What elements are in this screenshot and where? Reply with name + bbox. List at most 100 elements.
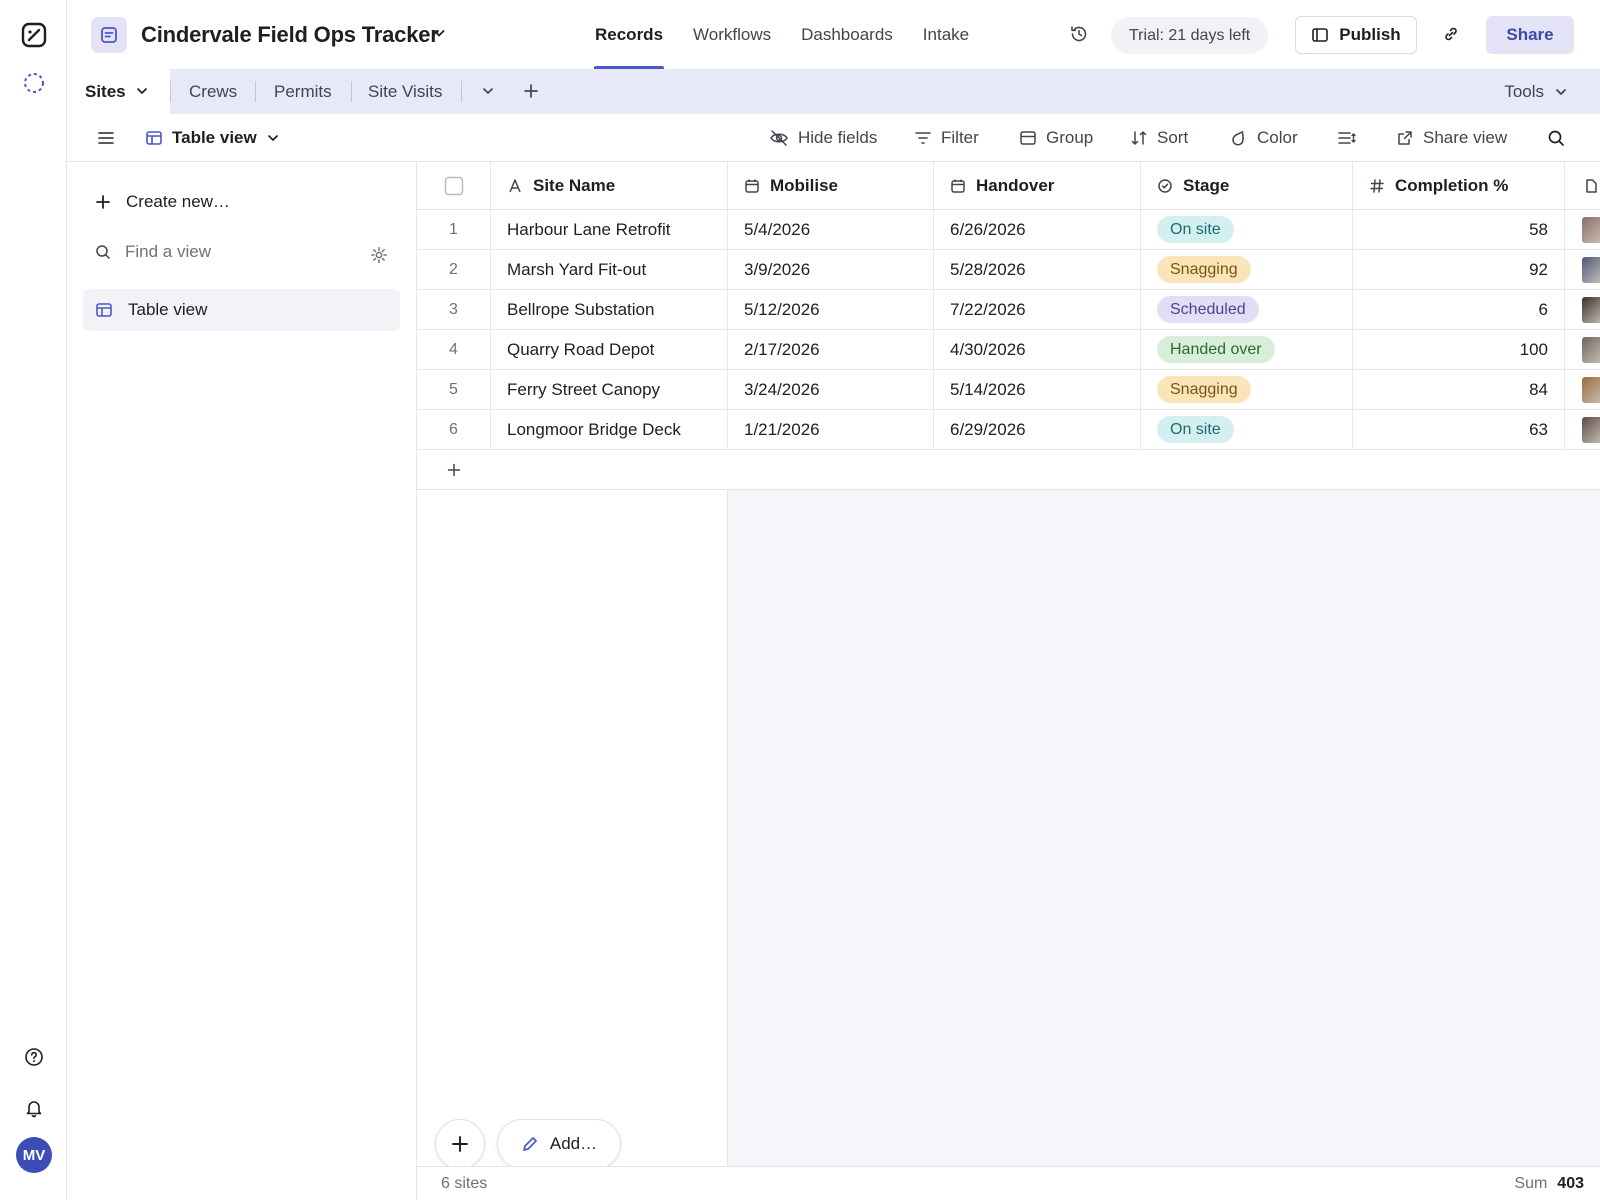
table-row[interactable]: 5 Ferry Street Canopy 3/24/2026 5/14/2026 Sn… bbox=[417, 370, 1600, 410]
cell-handover[interactable]: 7/22/2026 bbox=[934, 290, 1141, 329]
cell-handover[interactable]: 5/14/2026 bbox=[934, 370, 1141, 409]
history-icon[interactable] bbox=[1069, 24, 1089, 44]
row-number[interactable]: 4 bbox=[417, 330, 491, 369]
cell-site-name[interactable]: Bellrope Substation bbox=[491, 290, 728, 329]
cell-completion[interactable]: 58 bbox=[1353, 210, 1565, 249]
group-button[interactable]: Group bbox=[1019, 114, 1093, 162]
nav-tab-records[interactable]: Records bbox=[580, 0, 678, 69]
view-switcher[interactable]: Table view bbox=[145, 114, 280, 162]
cell-attachment[interactable] bbox=[1565, 330, 1600, 369]
sidebar-item-table-view[interactable]: Table view bbox=[83, 289, 400, 331]
trial-badge[interactable]: Trial: 21 days left bbox=[1111, 17, 1269, 54]
attachment-thumbnail[interactable] bbox=[1582, 336, 1600, 363]
cell-attachment[interactable] bbox=[1565, 250, 1600, 289]
spinner-icon[interactable] bbox=[20, 69, 47, 96]
hide-fields-button[interactable]: Hide fields bbox=[769, 114, 877, 162]
add-button[interactable]: Add… bbox=[497, 1119, 621, 1169]
cell-stage[interactable]: On site bbox=[1141, 410, 1353, 449]
share-button[interactable]: Share bbox=[1486, 16, 1574, 54]
attachment-thumbnail[interactable] bbox=[1582, 376, 1600, 403]
cell-attachment[interactable] bbox=[1565, 370, 1600, 409]
cell-site-name[interactable]: Harbour Lane Retrofit bbox=[491, 210, 728, 249]
cell-handover[interactable]: 6/26/2026 bbox=[934, 210, 1141, 249]
cell-mobilise[interactable]: 1/21/2026 bbox=[728, 410, 934, 449]
attachment-thumbnail[interactable] bbox=[1582, 256, 1600, 283]
attachment-thumbnail[interactable] bbox=[1582, 216, 1600, 243]
cell-site-name[interactable]: Marsh Yard Fit-out bbox=[491, 250, 728, 289]
cell-stage[interactable]: Handed over bbox=[1141, 330, 1353, 369]
column-header-stage[interactable]: Stage bbox=[1141, 162, 1353, 209]
find-view-input[interactable]: Find a view bbox=[95, 242, 395, 262]
filter-button[interactable]: Filter bbox=[914, 114, 979, 162]
gear-icon[interactable] bbox=[370, 246, 388, 264]
cell-stage[interactable]: Scheduled bbox=[1141, 290, 1353, 329]
cell-site-name[interactable]: Longmoor Bridge Deck bbox=[491, 410, 728, 449]
attachment-thumbnail[interactable] bbox=[1582, 416, 1600, 443]
row-number[interactable]: 2 bbox=[417, 250, 491, 289]
select-all-checkbox[interactable] bbox=[417, 162, 491, 209]
cell-completion[interactable]: 6 bbox=[1353, 290, 1565, 329]
cell-attachment[interactable] bbox=[1565, 210, 1600, 249]
nav-tab-dashboards[interactable]: Dashboards bbox=[786, 0, 908, 69]
cell-completion[interactable]: 100 bbox=[1353, 330, 1565, 369]
table-row[interactable]: 1 Harbour Lane Retrofit 5/4/2026 6/26/2026 O… bbox=[417, 210, 1600, 250]
cell-site-name[interactable]: Ferry Street Canopy bbox=[491, 370, 728, 409]
cell-stage[interactable]: Snagging bbox=[1141, 250, 1353, 289]
help-icon[interactable] bbox=[20, 1043, 47, 1070]
cell-mobilise[interactable]: 5/4/2026 bbox=[728, 210, 934, 249]
cell-handover[interactable]: 4/30/2026 bbox=[934, 330, 1141, 369]
tools-menu[interactable]: Tools bbox=[1504, 69, 1568, 114]
add-record-button[interactable] bbox=[435, 1119, 485, 1169]
column-header-handover[interactable]: Handover bbox=[934, 162, 1141, 209]
cell-mobilise[interactable]: 2/17/2026 bbox=[728, 330, 934, 369]
cell-completion[interactable]: 92 bbox=[1353, 250, 1565, 289]
more-tables-chevron-icon[interactable] bbox=[481, 84, 495, 98]
table-row[interactable]: 2 Marsh Yard Fit-out 3/9/2026 5/28/2026 Snag… bbox=[417, 250, 1600, 290]
avatar[interactable]: MV bbox=[16, 1137, 52, 1173]
column-header-attachments[interactable] bbox=[1565, 162, 1600, 209]
nav-tab-workflows[interactable]: Workflows bbox=[678, 0, 786, 69]
row-number[interactable]: 3 bbox=[417, 290, 491, 329]
app-logo-icon[interactable] bbox=[20, 21, 47, 48]
row-number[interactable]: 1 bbox=[417, 210, 491, 249]
cell-mobilise[interactable]: 5/12/2026 bbox=[728, 290, 934, 329]
column-header-completion[interactable]: Completion % bbox=[1353, 162, 1565, 209]
tab-permits[interactable]: Permits bbox=[274, 69, 332, 114]
cell-stage[interactable]: Snagging bbox=[1141, 370, 1353, 409]
cell-site-name[interactable]: Quarry Road Depot bbox=[491, 330, 728, 369]
row-number[interactable]: 5 bbox=[417, 370, 491, 409]
row-height-icon[interactable] bbox=[1337, 114, 1357, 162]
tab-crews[interactable]: Crews bbox=[189, 69, 237, 114]
column-header-site-name[interactable]: Site Name bbox=[491, 162, 728, 209]
chevron-down-icon[interactable] bbox=[431, 25, 447, 41]
link-icon[interactable] bbox=[1442, 25, 1460, 43]
table-row[interactable]: 3 Bellrope Substation 5/12/2026 7/22/2026 Sc… bbox=[417, 290, 1600, 330]
add-record-row[interactable] bbox=[417, 450, 1600, 490]
bell-icon[interactable] bbox=[20, 1094, 47, 1121]
completion-sum[interactable]: Sum 403 bbox=[1514, 1175, 1584, 1193]
add-table-plus-icon[interactable] bbox=[523, 83, 539, 99]
table-row[interactable]: 6 Longmoor Bridge Deck 1/21/2026 6/29/2026 O… bbox=[417, 410, 1600, 450]
cell-completion[interactable]: 63 bbox=[1353, 410, 1565, 449]
create-view-button[interactable]: Create new… bbox=[95, 192, 230, 212]
app-title[interactable]: Cindervale Field Ops Tracker bbox=[141, 22, 439, 48]
search-icon[interactable] bbox=[1547, 114, 1565, 162]
row-number[interactable]: 6 bbox=[417, 410, 491, 449]
cell-mobilise[interactable]: 3/9/2026 bbox=[728, 250, 934, 289]
tab-sites[interactable]: Sites bbox=[67, 69, 170, 114]
share-view-button[interactable]: Share view bbox=[1396, 114, 1507, 162]
tab-site-visits[interactable]: Site Visits bbox=[368, 69, 442, 114]
cell-attachment[interactable] bbox=[1565, 410, 1600, 449]
cell-attachment[interactable] bbox=[1565, 290, 1600, 329]
cell-stage[interactable]: On site bbox=[1141, 210, 1353, 249]
sidebar-toggle-icon[interactable] bbox=[97, 114, 115, 162]
publish-button[interactable]: Publish bbox=[1295, 16, 1417, 54]
cell-completion[interactable]: 84 bbox=[1353, 370, 1565, 409]
attachment-thumbnail[interactable] bbox=[1582, 296, 1600, 323]
base-icon[interactable] bbox=[91, 17, 127, 53]
cell-handover[interactable]: 5/28/2026 bbox=[934, 250, 1141, 289]
nav-tab-intake[interactable]: Intake bbox=[908, 0, 984, 69]
cell-mobilise[interactable]: 3/24/2026 bbox=[728, 370, 934, 409]
table-row[interactable]: 4 Quarry Road Depot 2/17/2026 4/30/2026 Hand… bbox=[417, 330, 1600, 370]
cell-handover[interactable]: 6/29/2026 bbox=[934, 410, 1141, 449]
